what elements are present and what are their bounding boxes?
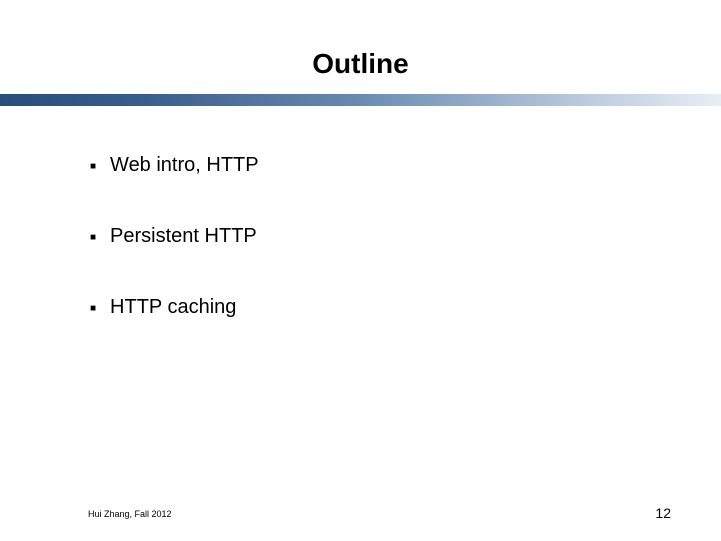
list-item: ■ Persistent HTTP [90, 225, 721, 248]
list-item: ■ HTTP caching [90, 296, 721, 319]
bullet-text: Web intro, HTTP [110, 154, 259, 177]
bullet-marker-icon: ■ [90, 303, 96, 314]
bullet-marker-icon: ■ [90, 232, 96, 243]
divider-bar [0, 94, 721, 106]
bullet-text: Persistent HTTP [110, 225, 257, 248]
bullet-text: HTTP caching [110, 296, 236, 319]
bullet-marker-icon: ■ [90, 161, 96, 172]
footer-page-number: 12 [655, 505, 671, 521]
footer-author: Hui Zhang, Fall 2012 [88, 509, 172, 519]
list-item: ■ Web intro, HTTP [90, 154, 721, 177]
slide-title: Outline [0, 0, 721, 94]
content-area: ■ Web intro, HTTP ■ Persistent HTTP ■ HT… [0, 106, 721, 319]
